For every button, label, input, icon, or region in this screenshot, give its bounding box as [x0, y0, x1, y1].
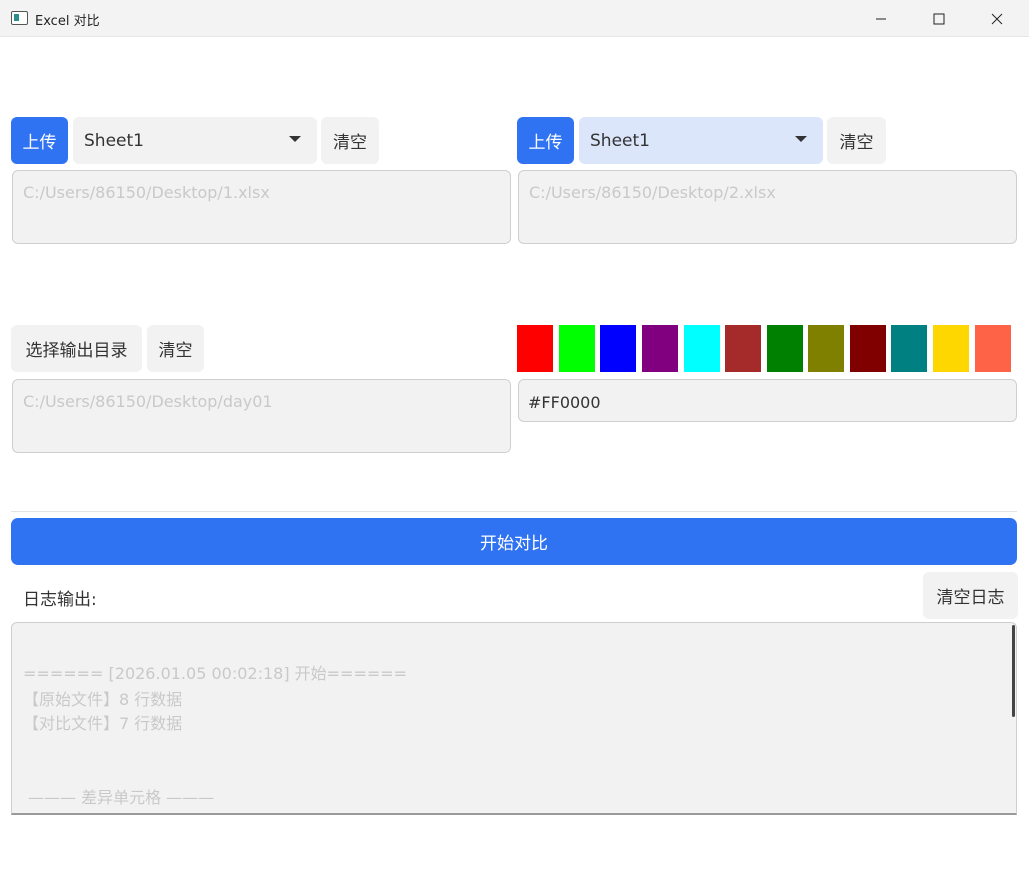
close-icon: [991, 13, 1003, 24]
color-swatch[interactable]: [891, 325, 927, 372]
color-swatch[interactable]: [767, 325, 803, 372]
start-compare-button[interactable]: 开始对比: [11, 518, 1017, 565]
log-output[interactable]: ====== [2026.01.05 00:02:18] 开始====== 【原…: [11, 622, 1017, 815]
sheet-select-right[interactable]: Sheet1: [579, 117, 823, 164]
color-swatch[interactable]: [725, 325, 761, 372]
app-icon: [11, 11, 28, 25]
clear-left-button[interactable]: 清空: [321, 117, 379, 164]
color-swatch[interactable]: [559, 325, 595, 372]
log-line: ====== [2026.01.05 00:02:18] 开始======: [23, 664, 408, 683]
maximize-button[interactable]: [910, 0, 968, 37]
color-swatch[interactable]: [684, 325, 720, 372]
right-file-path-field[interactable]: C:/Users/86150/Desktop/2.xlsx: [518, 170, 1017, 244]
minimize-icon: [876, 18, 886, 19]
maximize-icon: [933, 13, 945, 24]
select-output-dir-button[interactable]: 选择输出目录: [11, 325, 142, 372]
divider: [11, 511, 1017, 512]
minimize-button[interactable]: [852, 0, 910, 37]
title-bar: Excel 对比: [0, 0, 1029, 37]
color-swatch[interactable]: [808, 325, 844, 372]
color-swatch[interactable]: [933, 325, 969, 372]
log-line: ——— 差异单元格 ———: [28, 788, 215, 807]
log-line: 【原始文件】8 行数据: [23, 690, 183, 709]
chevron-down-icon: [795, 136, 807, 142]
sheet-select-left-value: Sheet1: [84, 130, 144, 151]
log-line: 【对比文件】7 行数据: [23, 714, 183, 733]
clear-log-button[interactable]: 清空日志: [923, 572, 1018, 619]
close-button[interactable]: [968, 0, 1026, 37]
upload-left-button[interactable]: 上传: [11, 117, 68, 164]
left-file-path-field[interactable]: C:/Users/86150/Desktop/1.xlsx: [12, 170, 511, 244]
window-title: Excel 对比: [35, 14, 100, 29]
output-dir-path-field[interactable]: C:/Users/86150/Desktop/day01: [12, 379, 511, 453]
log-label: 日志输出:: [23, 590, 97, 610]
color-swatch[interactable]: [600, 325, 636, 372]
color-value-field[interactable]: #FF0000: [518, 379, 1017, 422]
color-swatch[interactable]: [975, 325, 1011, 372]
clear-output-button[interactable]: 清空: [147, 325, 204, 372]
color-swatch[interactable]: [517, 325, 553, 372]
color-swatch[interactable]: [642, 325, 678, 372]
sheet-select-right-value: Sheet1: [590, 130, 650, 151]
log-scrollbar[interactable]: [1012, 625, 1015, 717]
color-swatch[interactable]: [850, 325, 886, 372]
clear-right-button[interactable]: 清空: [827, 117, 886, 164]
upload-right-button[interactable]: 上传: [517, 117, 574, 164]
chevron-down-icon: [289, 136, 301, 142]
sheet-select-left[interactable]: Sheet1: [73, 117, 317, 164]
